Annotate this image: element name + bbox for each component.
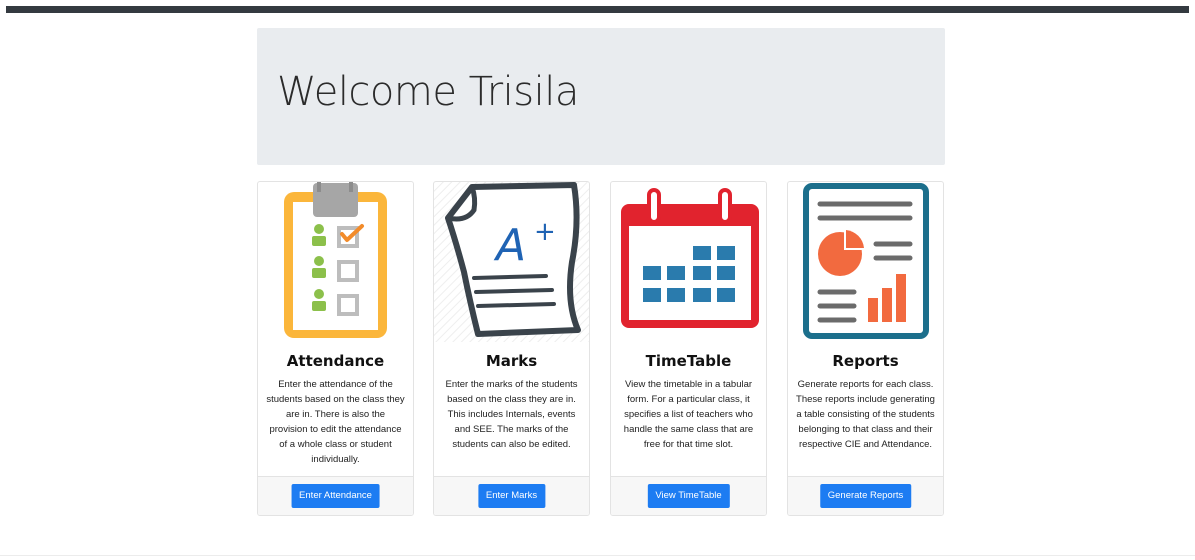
attendance-description: Enter the attendance of the students bas… [266, 379, 405, 465]
footer-divider [0, 555, 1195, 556]
attendance-title: Attendance [286, 352, 385, 370]
marks-paper-icon: A + [434, 182, 589, 342]
timetable-title: TimeTable [645, 352, 732, 370]
timetable-card: TimeTable View the timetable in a tabula… [610, 181, 767, 516]
welcome-heading: Welcome Trisila [277, 69, 579, 115]
attendance-card-footer: Enter Attendance [258, 476, 413, 515]
attendance-card: Attendance Enter the attendance of the s… [257, 181, 414, 516]
timetable-description: View the timetable in a tabular form. Fo… [623, 379, 754, 450]
marks-card-footer: Enter Marks [434, 476, 589, 515]
generate-reports-button[interactable]: Generate Reports [819, 484, 912, 508]
reports-card: Reports Generate reports for each class.… [787, 181, 944, 516]
report-icon [803, 183, 929, 339]
timetable-card-footer: View TimeTable [611, 476, 766, 515]
top-navbar [6, 6, 1189, 13]
enter-marks-button[interactable]: Enter Marks [477, 484, 546, 508]
reports-title: Reports [832, 352, 899, 370]
attendance-clipboard-icon [284, 182, 387, 338]
view-timetable-button[interactable]: View TimeTable [647, 484, 730, 508]
enter-attendance-button[interactable]: Enter Attendance [291, 484, 380, 508]
welcome-banner: Welcome Trisila [257, 28, 945, 165]
svg-text:+: + [534, 217, 556, 247]
reports-description: Generate reports for each class. These r… [796, 379, 935, 450]
marks-title: Marks [485, 352, 538, 370]
calendar-icon [621, 188, 759, 328]
marks-description: Enter the marks of the students based on… [445, 379, 578, 450]
reports-card-footer: Generate Reports [788, 476, 943, 515]
svg-text:A: A [493, 220, 526, 271]
marks-card: A + Marks Enter the marks of the student… [433, 181, 590, 516]
